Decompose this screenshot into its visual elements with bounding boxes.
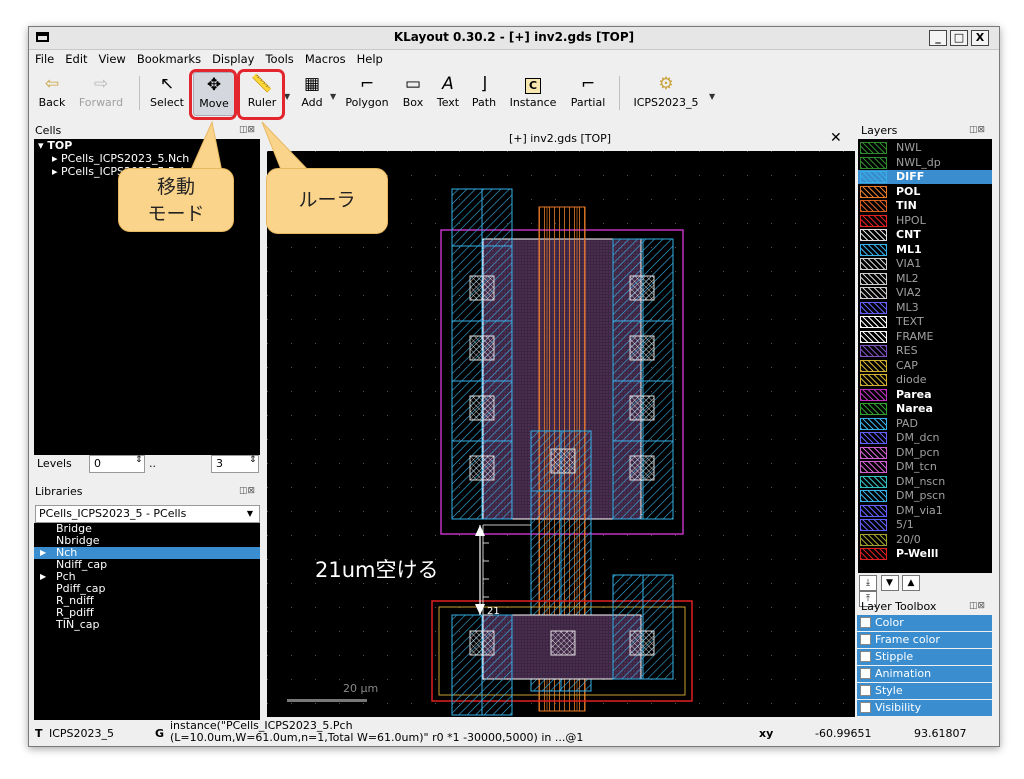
ruler-callout: ルーラ bbox=[266, 168, 388, 234]
move-mode-callout: 移動 モード bbox=[118, 168, 234, 232]
callout-pointers bbox=[189, 120, 312, 173]
